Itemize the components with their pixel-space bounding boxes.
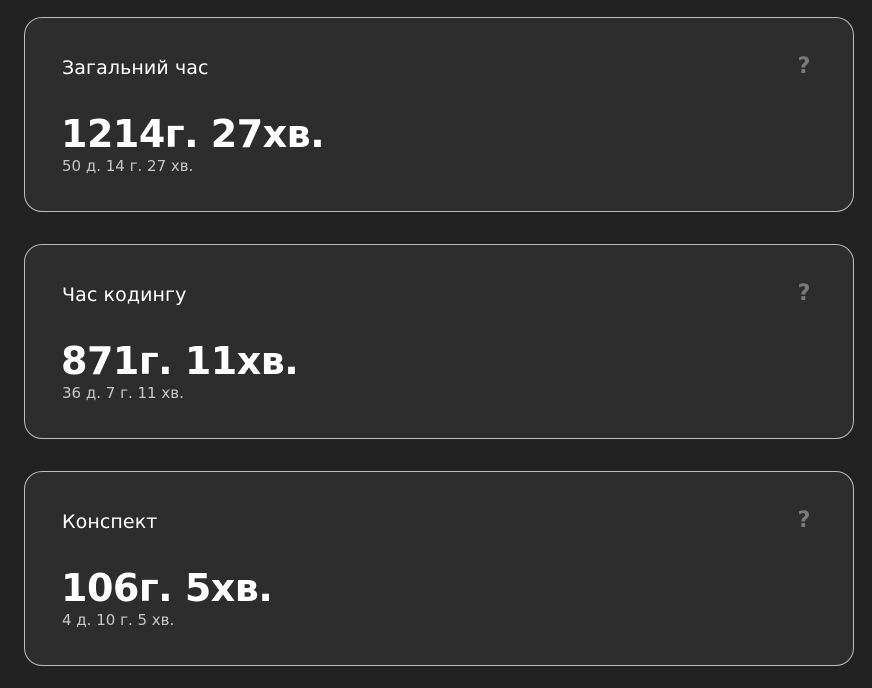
stat-card-coding-time: Час кодингу ? 871г. 11хв. 36 д. 7 г. 11 … [24, 244, 854, 439]
stat-card-total-time: Загальний час ? 1214г. 27хв. 50 д. 14 г.… [24, 17, 854, 212]
card-value: 1214г. 27хв. [61, 112, 325, 156]
card-value: 871г. 11хв. [61, 339, 299, 383]
card-title: Час кодингу [62, 284, 187, 306]
question-mark-icon[interactable]: ? [795, 54, 813, 80]
card-value: 106г. 5хв. [61, 566, 273, 610]
stat-card-notes: Конспект ? 106г. 5хв. 4 д. 10 г. 5 хв. [24, 471, 854, 666]
question-mark-icon[interactable]: ? [795, 281, 813, 307]
card-detail: 4 д. 10 г. 5 хв. [62, 611, 175, 629]
stats-cards: Загальний час ? 1214г. 27хв. 50 д. 14 г.… [0, 0, 872, 688]
card-title: Загальний час [62, 57, 209, 79]
card-detail: 36 д. 7 г. 11 хв. [62, 384, 184, 402]
question-mark-icon[interactable]: ? [795, 508, 813, 534]
card-title: Конспект [62, 511, 158, 533]
card-detail: 50 д. 14 г. 27 хв. [62, 157, 194, 175]
